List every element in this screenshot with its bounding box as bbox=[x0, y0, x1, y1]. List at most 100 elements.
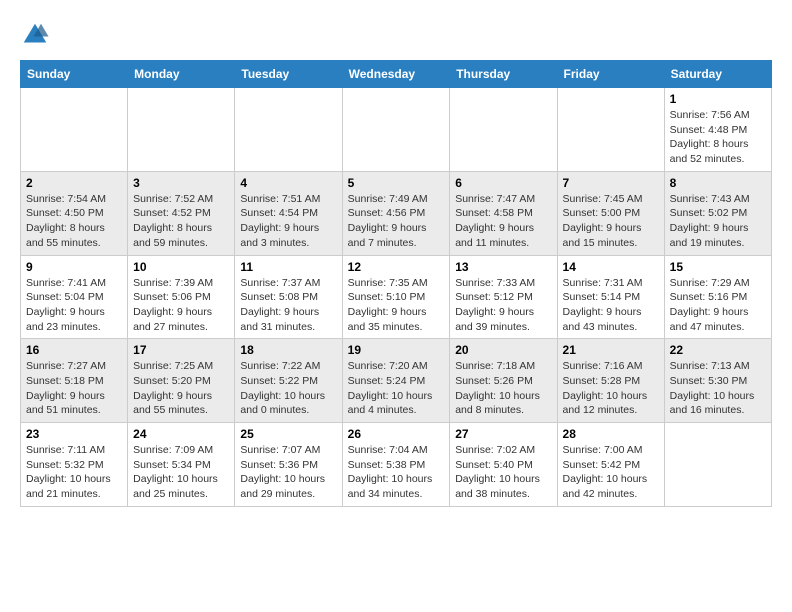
calendar-cell: 14 Sunrise: 7:31 AM Sunset: 5:14 PM Dayli… bbox=[557, 255, 664, 339]
calendar-cell: 18 Sunrise: 7:22 AM Sunset: 5:22 PM Dayli… bbox=[235, 339, 342, 423]
day-info: Sunrise: 7:39 AM Sunset: 5:06 PM Dayligh… bbox=[133, 276, 229, 335]
day-number: 9 bbox=[26, 260, 122, 274]
weekday-header-saturday: Saturday bbox=[664, 61, 771, 88]
day-number: 15 bbox=[670, 260, 766, 274]
weekday-header-sunday: Sunday bbox=[21, 61, 128, 88]
day-number: 20 bbox=[455, 343, 551, 357]
calendar-cell: 26 Sunrise: 7:04 AM Sunset: 5:38 PM Dayli… bbox=[342, 423, 450, 507]
calendar-week-row: 23 Sunrise: 7:11 AM Sunset: 5:32 PM Dayli… bbox=[21, 423, 772, 507]
calendar-week-row: 16 Sunrise: 7:27 AM Sunset: 5:18 PM Dayli… bbox=[21, 339, 772, 423]
day-info: Sunrise: 7:31 AM Sunset: 5:14 PM Dayligh… bbox=[563, 276, 659, 335]
calendar-cell bbox=[557, 88, 664, 172]
calendar-cell: 4 Sunrise: 7:51 AM Sunset: 4:54 PM Daylig… bbox=[235, 171, 342, 255]
day-number: 6 bbox=[455, 176, 551, 190]
calendar-week-row: 1Sunrise: 7:56 AM Sunset: 4:48 PM Daylig… bbox=[21, 88, 772, 172]
calendar-cell bbox=[21, 88, 128, 172]
calendar-cell: 28 Sunrise: 7:00 AM Sunset: 5:42 PM Dayli… bbox=[557, 423, 664, 507]
logo bbox=[20, 20, 54, 50]
day-info: Sunrise: 7:37 AM Sunset: 5:08 PM Dayligh… bbox=[240, 276, 336, 335]
day-info: Sunrise: 7:07 AM Sunset: 5:36 PM Dayligh… bbox=[240, 443, 336, 502]
day-info: Sunrise: 7:18 AM Sunset: 5:26 PM Dayligh… bbox=[455, 359, 551, 418]
calendar-cell: 2 Sunrise: 7:54 AM Sunset: 4:50 PM Daylig… bbox=[21, 171, 128, 255]
calendar-cell: 13 Sunrise: 7:33 AM Sunset: 5:12 PM Dayli… bbox=[450, 255, 557, 339]
day-number: 1 bbox=[670, 92, 766, 106]
day-info: Sunrise: 7:09 AM Sunset: 5:34 PM Dayligh… bbox=[133, 443, 229, 502]
day-info: Sunrise: 7:11 AM Sunset: 5:32 PM Dayligh… bbox=[26, 443, 122, 502]
weekday-header-tuesday: Tuesday bbox=[235, 61, 342, 88]
calendar-cell bbox=[342, 88, 450, 172]
day-info: Sunrise: 7:02 AM Sunset: 5:40 PM Dayligh… bbox=[455, 443, 551, 502]
calendar-cell: 17 Sunrise: 7:25 AM Sunset: 5:20 PM Dayli… bbox=[128, 339, 235, 423]
day-info: Sunrise: 7:25 AM Sunset: 5:20 PM Dayligh… bbox=[133, 359, 229, 418]
day-info: Sunrise: 7:49 AM Sunset: 4:56 PM Dayligh… bbox=[348, 192, 445, 251]
calendar-cell: 16 Sunrise: 7:27 AM Sunset: 5:18 PM Dayli… bbox=[21, 339, 128, 423]
day-number: 19 bbox=[348, 343, 445, 357]
day-info: Sunrise: 7:43 AM Sunset: 5:02 PM Dayligh… bbox=[670, 192, 766, 251]
calendar-week-row: 2 Sunrise: 7:54 AM Sunset: 4:50 PM Daylig… bbox=[21, 171, 772, 255]
day-info: Sunrise: 7:54 AM Sunset: 4:50 PM Dayligh… bbox=[26, 192, 122, 251]
day-number: 28 bbox=[563, 427, 659, 441]
day-info: Sunrise: 7:22 AM Sunset: 5:22 PM Dayligh… bbox=[240, 359, 336, 418]
calendar-cell: 9 Sunrise: 7:41 AM Sunset: 5:04 PM Daylig… bbox=[21, 255, 128, 339]
page-header bbox=[20, 20, 772, 50]
calendar-cell: 25 Sunrise: 7:07 AM Sunset: 5:36 PM Dayli… bbox=[235, 423, 342, 507]
day-number: 14 bbox=[563, 260, 659, 274]
day-info: Sunrise: 7:00 AM Sunset: 5:42 PM Dayligh… bbox=[563, 443, 659, 502]
calendar-cell bbox=[450, 88, 557, 172]
day-number: 24 bbox=[133, 427, 229, 441]
weekday-header-row: SundayMondayTuesdayWednesdayThursdayFrid… bbox=[21, 61, 772, 88]
day-number: 11 bbox=[240, 260, 336, 274]
day-info: Sunrise: 7:13 AM Sunset: 5:30 PM Dayligh… bbox=[670, 359, 766, 418]
calendar-cell: 15 Sunrise: 7:29 AM Sunset: 5:16 PM Dayli… bbox=[664, 255, 771, 339]
weekday-header-monday: Monday bbox=[128, 61, 235, 88]
day-number: 10 bbox=[133, 260, 229, 274]
calendar-cell: 10 Sunrise: 7:39 AM Sunset: 5:06 PM Dayli… bbox=[128, 255, 235, 339]
calendar-cell: 24 Sunrise: 7:09 AM Sunset: 5:34 PM Dayli… bbox=[128, 423, 235, 507]
calendar-cell: 21 Sunrise: 7:16 AM Sunset: 5:28 PM Dayli… bbox=[557, 339, 664, 423]
calendar-cell: 3Sunrise: 7:52 AM Sunset: 4:52 PM Daylig… bbox=[128, 171, 235, 255]
day-number: 21 bbox=[563, 343, 659, 357]
calendar-cell: 22 Sunrise: 7:13 AM Sunset: 5:30 PM Dayli… bbox=[664, 339, 771, 423]
day-number: 18 bbox=[240, 343, 336, 357]
day-number: 16 bbox=[26, 343, 122, 357]
day-info: Sunrise: 7:04 AM Sunset: 5:38 PM Dayligh… bbox=[348, 443, 445, 502]
day-info: Sunrise: 7:35 AM Sunset: 5:10 PM Dayligh… bbox=[348, 276, 445, 335]
calendar-cell: 8 Sunrise: 7:43 AM Sunset: 5:02 PM Daylig… bbox=[664, 171, 771, 255]
calendar-cell bbox=[664, 423, 771, 507]
weekday-header-friday: Friday bbox=[557, 61, 664, 88]
day-info: Sunrise: 7:29 AM Sunset: 5:16 PM Dayligh… bbox=[670, 276, 766, 335]
day-number: 5 bbox=[348, 176, 445, 190]
day-number: 26 bbox=[348, 427, 445, 441]
weekday-header-wednesday: Wednesday bbox=[342, 61, 450, 88]
day-info: Sunrise: 7:27 AM Sunset: 5:18 PM Dayligh… bbox=[26, 359, 122, 418]
day-number: 25 bbox=[240, 427, 336, 441]
day-number: 23 bbox=[26, 427, 122, 441]
day-number: 27 bbox=[455, 427, 551, 441]
day-number: 12 bbox=[348, 260, 445, 274]
calendar-cell: 27 Sunrise: 7:02 AM Sunset: 5:40 PM Dayli… bbox=[450, 423, 557, 507]
calendar-cell: 23 Sunrise: 7:11 AM Sunset: 5:32 PM Dayli… bbox=[21, 423, 128, 507]
calendar-cell: 1Sunrise: 7:56 AM Sunset: 4:48 PM Daylig… bbox=[664, 88, 771, 172]
calendar-cell: 20 Sunrise: 7:18 AM Sunset: 5:26 PM Dayli… bbox=[450, 339, 557, 423]
calendar-table: SundayMondayTuesdayWednesdayThursdayFrid… bbox=[20, 60, 772, 507]
weekday-header-thursday: Thursday bbox=[450, 61, 557, 88]
calendar-cell: 5 Sunrise: 7:49 AM Sunset: 4:56 PM Daylig… bbox=[342, 171, 450, 255]
day-number: 8 bbox=[670, 176, 766, 190]
day-info: Sunrise: 7:41 AM Sunset: 5:04 PM Dayligh… bbox=[26, 276, 122, 335]
day-number: 22 bbox=[670, 343, 766, 357]
day-number: 4 bbox=[240, 176, 336, 190]
calendar-cell bbox=[235, 88, 342, 172]
day-info: Sunrise: 7:33 AM Sunset: 5:12 PM Dayligh… bbox=[455, 276, 551, 335]
day-number: 3 bbox=[133, 176, 229, 190]
day-number: 2 bbox=[26, 176, 122, 190]
calendar-cell bbox=[128, 88, 235, 172]
day-number: 7 bbox=[563, 176, 659, 190]
calendar-cell: 6Sunrise: 7:47 AM Sunset: 4:58 PM Daylig… bbox=[450, 171, 557, 255]
day-info: Sunrise: 7:20 AM Sunset: 5:24 PM Dayligh… bbox=[348, 359, 445, 418]
calendar-cell: 7Sunrise: 7:45 AM Sunset: 5:00 PM Daylig… bbox=[557, 171, 664, 255]
day-number: 13 bbox=[455, 260, 551, 274]
day-info: Sunrise: 7:16 AM Sunset: 5:28 PM Dayligh… bbox=[563, 359, 659, 418]
day-number: 17 bbox=[133, 343, 229, 357]
day-info: Sunrise: 7:51 AM Sunset: 4:54 PM Dayligh… bbox=[240, 192, 336, 251]
calendar-cell: 19 Sunrise: 7:20 AM Sunset: 5:24 PM Dayli… bbox=[342, 339, 450, 423]
